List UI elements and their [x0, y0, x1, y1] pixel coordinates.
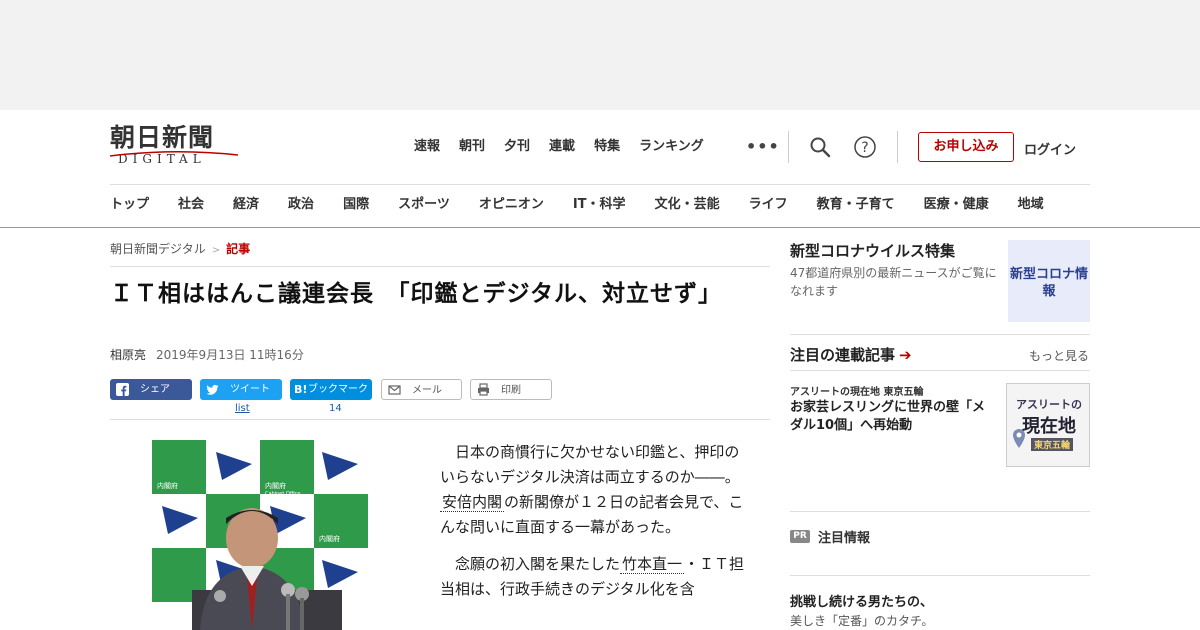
corona-thumbnail-text: 新型コロナ情報 — [1009, 267, 1088, 299]
nav-divider — [897, 131, 898, 163]
site-logo[interactable]: 朝日新聞 DIGITAL — [110, 124, 240, 170]
logo-swoosh-icon — [110, 151, 238, 157]
breadcrumb-current: 記事 — [226, 242, 251, 256]
facebook-share-label: シェア — [140, 384, 170, 395]
catnav-item-life[interactable]: ライフ — [749, 196, 788, 214]
header-divider — [110, 184, 1090, 185]
twitter-share-label: ツイート — [230, 384, 270, 395]
pr-subheadline[interactable]: 美しき「定番」のカタチ。 — [790, 612, 933, 629]
catnav-item-sports[interactable]: スポーツ — [398, 196, 450, 214]
placard-text: 内閣府 — [265, 481, 286, 490]
catnav-item-it-science[interactable]: IT・科学 — [573, 196, 626, 214]
topnav-item-yuukan[interactable]: 夕刊 — [504, 138, 530, 156]
divider — [790, 370, 1090, 371]
hatena-b-icon: B! — [294, 383, 308, 396]
hatena-count[interactable]: 14 — [329, 403, 342, 414]
article-byline: 相原亮 2019年9月13日 11時16分 — [110, 346, 304, 363]
catnav-item-economy[interactable]: 経済 — [233, 196, 259, 214]
article-title: ＩＴ相ははんこ議連会長 「印鑑とデジタル、対立せず」 — [110, 281, 723, 307]
ad-banner-area — [0, 0, 1200, 110]
corona-feature-thumbnail[interactable]: 新型コロナ情報 — [1008, 240, 1090, 322]
placard-text: 内閣府 — [319, 534, 340, 543]
subscribe-button[interactable]: お申し込み — [918, 132, 1014, 162]
placard-text: 内閣府 — [157, 481, 178, 490]
catnav-item-opinion[interactable]: オピニオン — [479, 196, 544, 214]
catnav-item-international[interactable]: 国際 — [343, 196, 369, 214]
logo-kanji: 朝日新聞 — [110, 123, 215, 152]
breadcrumb-home[interactable]: 朝日新聞デジタル — [110, 242, 206, 256]
author-name: 相原亮 — [110, 348, 147, 362]
catnav-item-politics[interactable]: 政治 — [288, 196, 314, 214]
link-takemoto-naokazu[interactable]: 竹本直一 — [620, 555, 685, 574]
print-icon — [478, 383, 489, 396]
corona-feature-title[interactable]: 新型コロナウイルス特集 — [790, 240, 955, 261]
paragraph-text: 念願の初入閣を果たした — [455, 555, 621, 573]
print-button[interactable]: 印刷 — [470, 379, 552, 400]
placard-subtext: Cabinet Office — [265, 491, 301, 497]
featured-series-label: 注目の連載記事 — [790, 346, 896, 364]
pr-headline-link[interactable]: 挑戦し続ける男たちの、 — [790, 591, 933, 610]
twitter-count-link[interactable]: list — [235, 403, 250, 414]
site-header: 朝日新聞 DIGITAL 速報 朝刊 夕刊 連載 特集 ランキング ••• ? … — [0, 110, 1200, 228]
login-link[interactable]: ログイン — [1024, 139, 1076, 158]
category-nav: トップ 社会 経済 政治 国際 スポーツ オピニオン IT・科学 文化・芸能 ラ… — [110, 196, 1073, 214]
divider — [110, 419, 770, 420]
catnav-item-education[interactable]: 教育・子育て — [817, 196, 895, 214]
press-conference-image: 内閣府 内閣府 内閣府 Cabinet Office — [152, 440, 368, 630]
catnav-item-region[interactable]: 地域 — [1018, 196, 1044, 214]
divider — [790, 511, 1090, 512]
pr-badge: PR — [790, 530, 810, 543]
breadcrumb-separator: > — [211, 245, 221, 256]
topnav-item-rensai[interactable]: 連載 — [549, 138, 575, 156]
catnav-item-society[interactable]: 社会 — [178, 196, 204, 214]
series-thumb-top: アスリートの — [1016, 398, 1082, 411]
pr-section-title: 注目情報 — [818, 531, 871, 546]
series-thumb-sub: 東京五輪 — [1031, 438, 1074, 451]
nav-divider — [788, 131, 789, 163]
article-paragraph: 日本の商慣行に欠かせない印鑑と、押印のいらないデジタル決済は両立するのか――。安… — [440, 440, 750, 540]
help-icon[interactable]: ? — [853, 135, 877, 159]
catnav-item-health[interactable]: 医療・健康 — [924, 196, 989, 214]
breadcrumb: 朝日新聞デジタル > 記事 — [110, 240, 250, 257]
location-pin-icon — [1013, 429, 1025, 448]
featured-series-title: 注目の連載記事 ➔ — [790, 344, 912, 365]
corona-feature-description: 47都道府県別の最新ニュースがご覧になれます — [790, 266, 997, 298]
topnav-item-choukan[interactable]: 朝刊 — [459, 138, 485, 156]
divider — [790, 575, 1090, 576]
hatena-bookmark-button[interactable]: B! ブックマーク — [290, 379, 372, 400]
article-photo[interactable]: 内閣府 内閣府 内閣府 Cabinet Office — [152, 440, 368, 630]
article-body: 日本の商慣行に欠かせない印鑑と、押印のいらないデジタル決済は両立するのか――。安… — [440, 440, 750, 614]
topnav-item-tokushu[interactable]: 特集 — [594, 138, 620, 156]
mail-share-button[interactable]: メール — [381, 379, 462, 400]
article-paragraph: 念願の初入閣を果たした 竹本直一 ・ＩＴ担当相は、行政手続きのデジタル化を含 — [440, 552, 750, 602]
publish-date: 2019年9月13日 11時16分 — [156, 348, 304, 362]
divider — [110, 266, 770, 267]
twitter-share-button[interactable]: ツイート — [200, 379, 282, 400]
top-nav: 速報 朝刊 夕刊 連載 特集 ランキング — [414, 138, 723, 156]
topnav-item-sokuho[interactable]: 速報 — [414, 138, 440, 156]
twitter-icon — [206, 384, 219, 395]
search-icon[interactable] — [808, 135, 832, 159]
catnav-item-culture[interactable]: 文化・芸能 — [655, 196, 720, 214]
svg-text:?: ? — [861, 140, 868, 156]
see-more-link[interactable]: もっと見る — [1029, 347, 1089, 364]
more-dots-icon[interactable]: ••• — [746, 137, 780, 156]
mail-icon — [388, 385, 401, 395]
series-headline-link[interactable]: お家芸レスリングに世界の壁「メダル10個」へ再始動 — [790, 399, 990, 435]
hatena-bookmark-label: ブックマーク — [308, 384, 368, 395]
topnav-item-ranking[interactable]: ランキング — [639, 138, 704, 156]
paragraph-text: 日本の商慣行に欠かせない印鑑と、押印のいらないデジタル決済は両立するのか――。 — [440, 443, 740, 486]
red-arrow-icon: ➔ — [899, 346, 912, 364]
mail-share-label: メール — [412, 385, 442, 396]
series-thumbnail[interactable]: アスリートの 現在地 東京五輪 — [1006, 383, 1090, 467]
series-kicker: アスリートの現在地 東京五輪 — [790, 387, 924, 398]
link-abe-cabinet[interactable]: 安倍内閣 — [440, 493, 505, 512]
divider — [790, 334, 1090, 335]
catnav-item-top[interactable]: トップ — [110, 196, 149, 214]
facebook-share-button[interactable]: シェア — [110, 379, 192, 400]
print-label: 印刷 — [501, 385, 521, 396]
facebook-icon — [116, 383, 129, 396]
